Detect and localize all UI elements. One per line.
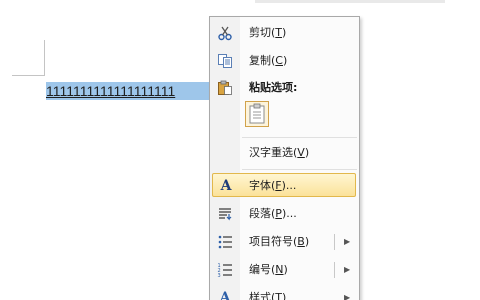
scissors-icon — [216, 24, 234, 42]
submenu-arrow-icon[interactable]: ▶ — [344, 258, 350, 282]
word-document-page: 1111111111111111111 剪切(T) 复制(C) 粘贴选项: 汉字… — [0, 0, 480, 300]
menu-item-paragraph-label: 段落(P)... — [249, 207, 297, 220]
submenu-arrow-icon[interactable]: ▶ — [344, 230, 350, 254]
paragraph-icon — [216, 205, 234, 223]
menu-item-copy[interactable]: 复制(C) — [212, 49, 356, 73]
split-divider — [334, 262, 335, 278]
svg-text:3: 3 — [218, 273, 221, 278]
context-menu: 剪切(T) 复制(C) 粘贴选项: 汉字重选(V) A 字体(F)... 段落(… — [209, 16, 360, 300]
bullets-icon — [216, 233, 234, 251]
numbering-icon: 1 2 3 — [216, 261, 234, 279]
menu-header-paste-options: 粘贴选项: — [212, 76, 356, 100]
menu-item-bullets[interactable]: 项目符号(B) ▶ — [212, 230, 356, 254]
menu-item-cut[interactable]: 剪切(T) — [212, 21, 356, 45]
menu-item-font-label: 字体(F)... — [249, 179, 297, 192]
font-icon: A — [220, 178, 232, 194]
selected-text[interactable]: 1111111111111111111 — [46, 82, 213, 100]
menu-separator — [242, 169, 357, 170]
menu-separator — [242, 137, 357, 138]
menu-item-hanzi-reselect-label: 汉字重选(V) — [249, 146, 310, 159]
margin-crop-mark-horizontal — [12, 75, 45, 76]
paste-keep-text-icon — [249, 103, 265, 124]
margin-crop-mark-vertical — [44, 40, 45, 76]
submenu-arrow-icon[interactable]: ▶ — [344, 286, 350, 300]
ribbon-edge — [255, 0, 445, 3]
menu-item-paragraph[interactable]: 段落(P)... — [212, 202, 356, 226]
copy-icon — [216, 52, 234, 70]
menu-item-numbering[interactable]: 1 2 3 编号(N) ▶ — [212, 258, 356, 282]
split-divider — [334, 234, 335, 250]
paste-options-label: 粘贴选项: — [249, 81, 298, 94]
menu-item-hanzi-reselect[interactable]: 汉字重选(V) — [212, 141, 356, 165]
menu-item-styles[interactable]: A 样式(T) ▶ — [212, 286, 356, 300]
styles-icon: A — [219, 290, 231, 300]
menu-item-bullets-label: 项目符号(B) — [249, 235, 310, 248]
menu-item-copy-label: 复制(C) — [249, 54, 288, 67]
menu-item-numbering-label: 编号(N) — [249, 263, 288, 276]
clipboard-icon — [216, 79, 234, 97]
menu-item-cut-label: 剪切(T) — [249, 26, 287, 39]
menu-item-styles-label: 样式(T) — [249, 291, 287, 300]
menu-item-font[interactable]: A 字体(F)... — [212, 173, 356, 197]
paste-keep-text-only-button[interactable] — [245, 101, 269, 127]
